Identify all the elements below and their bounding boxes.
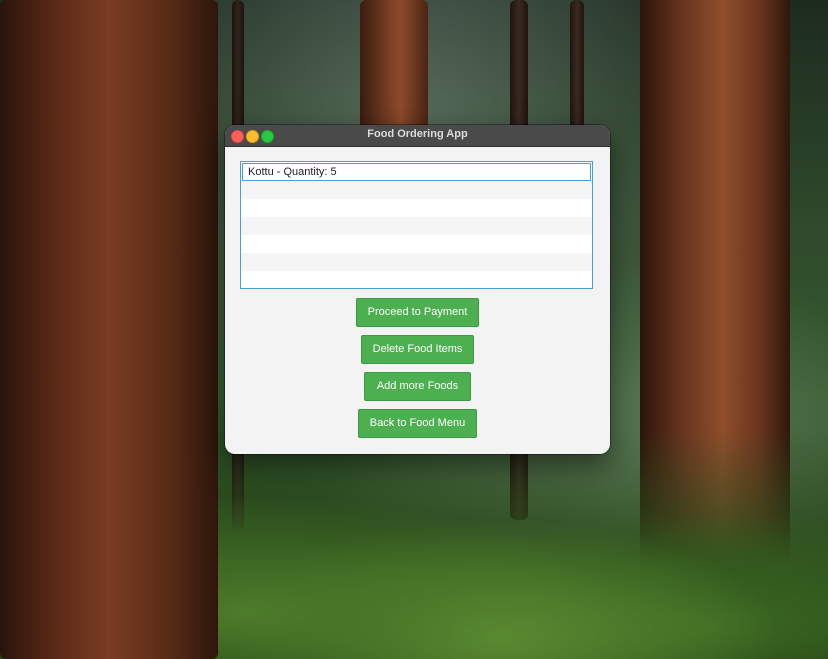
delete-food-items-button[interactable]: Delete Food Items — [361, 335, 474, 364]
list-item[interactable] — [241, 181, 592, 199]
app-window: Food Ordering App Kottu - Quantity: 5 Pr… — [225, 125, 610, 454]
list-item[interactable] — [241, 253, 592, 271]
order-listbox[interactable]: Kottu - Quantity: 5 — [240, 161, 593, 289]
list-item[interactable] — [241, 199, 592, 217]
add-more-foods-button[interactable]: Add more Foods — [364, 372, 471, 401]
list-item[interactable] — [241, 217, 592, 235]
back-to-food-menu-button[interactable]: Back to Food Menu — [358, 409, 477, 438]
wallpaper-tree — [570, 0, 584, 130]
wallpaper-tree — [360, 0, 428, 130]
window-title: Food Ordering App — [367, 128, 468, 140]
desktop: Food Ordering App Kottu - Quantity: 5 Pr… — [0, 0, 828, 659]
list-item[interactable] — [241, 235, 592, 253]
title-bar[interactable]: Food Ordering App — [225, 125, 610, 147]
list-item[interactable] — [241, 271, 592, 288]
wallpaper-tree — [0, 0, 218, 659]
proceed-to-payment-button[interactable]: Proceed to Payment — [356, 298, 479, 327]
list-item[interactable]: Kottu - Quantity: 5 — [242, 163, 591, 181]
